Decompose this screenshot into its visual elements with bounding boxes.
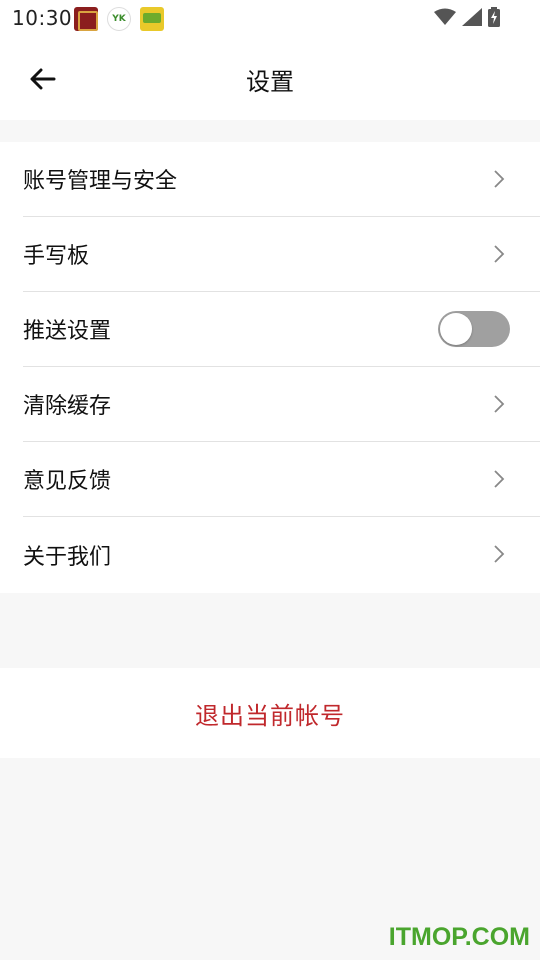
- system-icons: [434, 7, 500, 27]
- app-notification-icon: [140, 7, 164, 31]
- chevron-right-icon: [494, 170, 505, 188]
- push-toggle[interactable]: [438, 311, 510, 347]
- menu-item-label: 手写板: [23, 244, 90, 269]
- settings-menu: 账号管理与安全 手写板 推送设置 清除缓存 意见反馈 关于我们: [0, 142, 540, 593]
- menu-item-label: 关于我们: [23, 544, 112, 570]
- menu-item-label: 账号管理与安全: [23, 169, 178, 194]
- yk-app-notification-icon: YK: [107, 7, 131, 31]
- page-title: 设置: [246, 68, 294, 96]
- watermark: ITMOP.COM: [388, 923, 530, 951]
- menu-item-account-security[interactable]: 账号管理与安全: [23, 142, 540, 217]
- app-notification-icon: [74, 7, 98, 31]
- menu-item-label: 推送设置: [23, 319, 112, 344]
- menu-item-handwriting-pad[interactable]: 手写板: [23, 217, 540, 292]
- title-bar: 设置: [0, 38, 540, 120]
- menu-item-clear-cache[interactable]: 清除缓存: [23, 367, 540, 442]
- battery-charging-icon: [488, 7, 500, 27]
- status-time: 10:30: [12, 6, 73, 30]
- chevron-right-icon: [494, 395, 505, 413]
- chevron-right-icon: [494, 245, 505, 263]
- menu-item-feedback[interactable]: 意见反馈: [23, 442, 540, 517]
- menu-item-push-settings: 推送设置: [23, 292, 540, 367]
- menu-item-about-us[interactable]: 关于我们: [23, 517, 540, 592]
- status-bar: 10:30 YK: [0, 0, 540, 38]
- chevron-right-icon: [494, 545, 505, 563]
- chevron-right-icon: [494, 470, 505, 488]
- wifi-icon: [434, 8, 456, 25]
- logout-button[interactable]: 退出当前帐号: [0, 668, 540, 758]
- toggle-knob: [440, 313, 472, 345]
- menu-item-label: 意见反馈: [23, 469, 112, 494]
- menu-item-label: 清除缓存: [23, 394, 112, 419]
- signal-icon: [462, 8, 482, 26]
- logout-label: 退出当前帐号: [195, 701, 345, 730]
